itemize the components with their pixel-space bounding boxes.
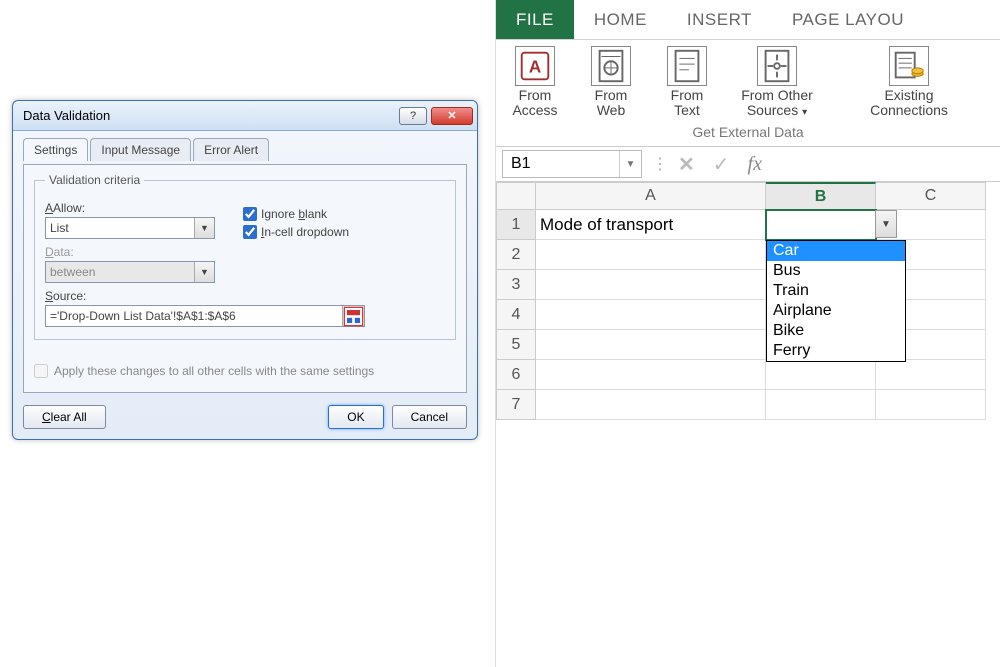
dropdown-option[interactable]: Airplane — [767, 301, 905, 321]
text-file-icon — [667, 46, 707, 86]
formula-bar-row: B1 ▼ ⋮ ✕ ✓ fx — [496, 146, 1000, 182]
confirm-icon[interactable]: ✓ — [713, 152, 730, 177]
tab-file[interactable]: FILE — [496, 0, 574, 39]
table-cell[interactable] — [536, 390, 766, 420]
source-input[interactable]: ='Drop-Down List Data'!$A$1:$A$6 — [45, 305, 365, 327]
cancel-icon[interactable]: ✕ — [678, 152, 695, 177]
cancel-button[interactable]: Cancel — [392, 405, 467, 429]
worksheet-grid[interactable]: A B C 1 Mode of transport ▼ 2 3 4 5 6 7 … — [496, 182, 1000, 420]
existing-connections-button[interactable]: ExistingConnections — [864, 46, 954, 117]
cell-dropdown-list[interactable]: Car Bus Train Airplane Bike Ferry — [766, 240, 906, 362]
tab-insert[interactable]: INSERT — [667, 0, 772, 39]
other-sources-icon — [757, 46, 797, 86]
validation-criteria-group: Validation criteria AAllow: List ▼ Ignor… — [34, 173, 456, 340]
ignore-blank-checkbox[interactable]: Ignore blank — [243, 207, 349, 221]
ribbon-panel: A FromAccess FromWeb FromText — [496, 40, 1000, 142]
chevron-down-icon: ▼ — [194, 262, 214, 282]
row-header[interactable]: 6 — [496, 360, 536, 390]
row-header[interactable]: 4 — [496, 300, 536, 330]
dropdown-option[interactable]: Bike — [767, 321, 905, 341]
incell-dropdown-checkbox[interactable]: In-cell dropdown — [243, 225, 349, 239]
row-header[interactable]: 5 — [496, 330, 536, 360]
from-other-sources-button[interactable]: From OtherSources ▾ — [732, 46, 822, 118]
allow-label: AAllow: — [45, 201, 215, 215]
tab-home[interactable]: HOME — [574, 0, 667, 39]
access-icon: A — [515, 46, 555, 86]
tab-error-alert[interactable]: Error Alert — [193, 138, 269, 161]
source-label: Source: — [45, 289, 445, 303]
from-access-button[interactable]: A FromAccess — [504, 46, 566, 117]
close-button[interactable]: ✕ — [431, 107, 473, 125]
tab-settings[interactable]: Settings — [23, 138, 88, 161]
table-cell[interactable] — [536, 330, 766, 360]
cell-b1[interactable]: ▼ — [766, 210, 876, 240]
criteria-legend: Validation criteria — [45, 173, 144, 187]
from-web-button[interactable]: FromWeb — [580, 46, 642, 117]
row-header[interactable]: 2 — [496, 240, 536, 270]
web-icon — [591, 46, 631, 86]
table-cell[interactable] — [536, 270, 766, 300]
from-text-button[interactable]: FromText — [656, 46, 718, 117]
ribbon-tabs: FILE HOME INSERT PAGE LAYOU — [496, 0, 1000, 40]
dropdown-option[interactable]: Train — [767, 281, 905, 301]
dialog-title: Data Validation — [23, 108, 399, 123]
dialog-titlebar[interactable]: Data Validation ? ✕ — [13, 101, 477, 131]
ok-button[interactable]: OK — [328, 405, 383, 429]
fx-icon[interactable]: fx — [748, 153, 762, 176]
svg-text:A: A — [529, 58, 541, 77]
data-label: Data: — [45, 245, 445, 259]
dropdown-option[interactable]: Car — [767, 241, 905, 261]
chevron-down-icon: ▼ — [194, 218, 214, 238]
chevron-down-icon[interactable]: ▼ — [619, 151, 641, 177]
allow-select[interactable]: List ▼ — [45, 217, 215, 239]
existing-connections-icon — [889, 46, 929, 86]
tab-input-message[interactable]: Input Message — [90, 138, 191, 161]
separator-icon: ⋮ — [652, 154, 668, 174]
excel-window: FILE HOME INSERT PAGE LAYOU A FromAccess… — [495, 0, 1000, 667]
clear-all-button[interactable]: Clear All — [23, 405, 106, 429]
table-cell[interactable] — [536, 360, 766, 390]
row-header[interactable]: 1 — [496, 210, 536, 240]
dropdown-option[interactable]: Ferry — [767, 341, 905, 361]
column-header-a[interactable]: A — [536, 182, 766, 210]
range-picker-icon[interactable] — [342, 306, 364, 326]
help-button[interactable]: ? — [399, 107, 427, 125]
table-cell[interactable] — [876, 390, 986, 420]
table-cell[interactable] — [876, 360, 986, 390]
cell-a1[interactable]: Mode of transport — [536, 210, 766, 240]
column-header-b[interactable]: B — [766, 182, 876, 210]
table-cell[interactable] — [536, 240, 766, 270]
ribbon-group-title: Get External Data — [504, 124, 992, 140]
data-select: between ▼ — [45, 261, 215, 283]
tab-page-layout[interactable]: PAGE LAYOU — [772, 0, 924, 39]
data-validation-dialog: Data Validation ? ✕ Settings Input Messa… — [12, 100, 478, 440]
table-cell[interactable] — [536, 300, 766, 330]
table-cell[interactable] — [766, 390, 876, 420]
dropdown-option[interactable]: Bus — [767, 261, 905, 281]
cell-dropdown-button[interactable]: ▼ — [875, 210, 897, 238]
name-box[interactable]: B1 ▼ — [502, 150, 642, 178]
table-cell[interactable] — [766, 360, 876, 390]
row-header[interactable]: 3 — [496, 270, 536, 300]
select-all-corner[interactable] — [496, 182, 536, 210]
column-header-c[interactable]: C — [876, 182, 986, 210]
apply-changes-checkbox: Apply these changes to all other cells w… — [34, 364, 456, 378]
row-header[interactable]: 7 — [496, 390, 536, 420]
